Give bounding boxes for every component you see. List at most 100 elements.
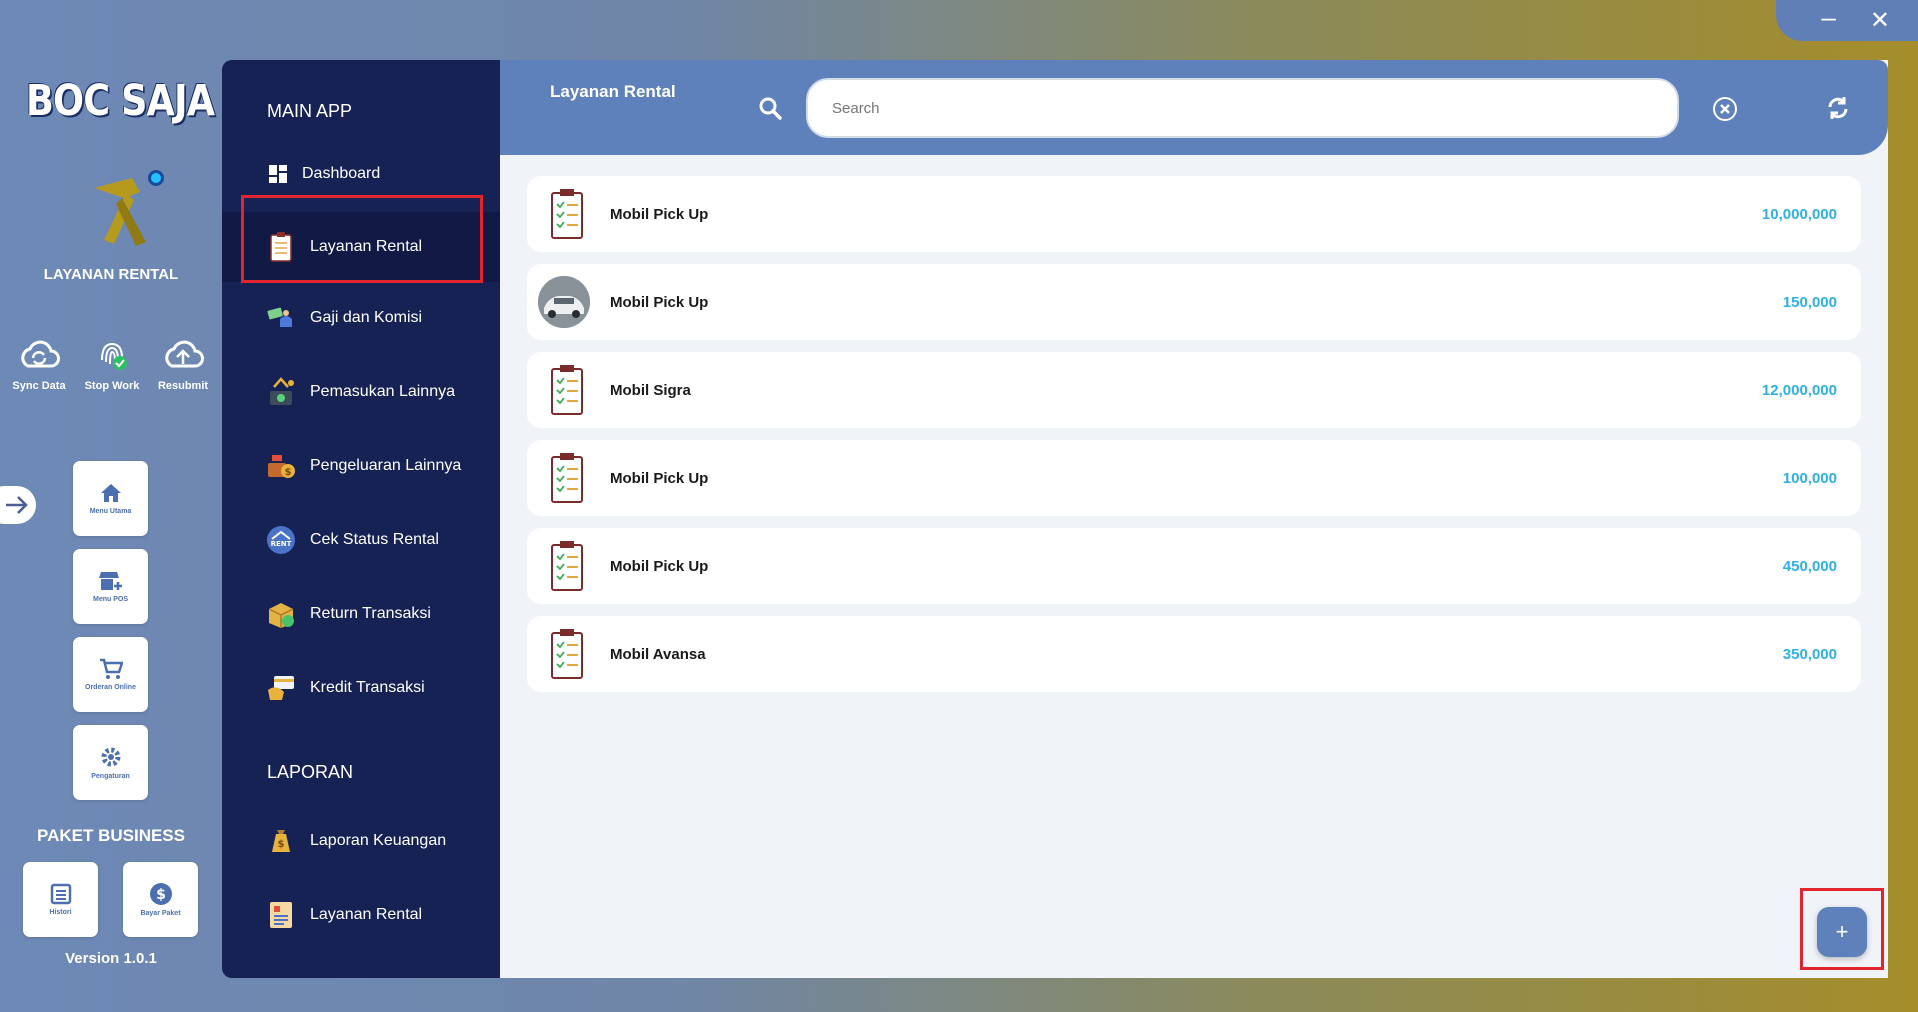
nav-item-label: Pengeluaran Lainnya xyxy=(310,457,462,474)
sync-data-button[interactable]: Sync Data xyxy=(3,336,75,394)
minimize-button[interactable]: – xyxy=(1821,4,1835,30)
resubmit-button[interactable]: Resubmit xyxy=(147,336,219,394)
rental-list: Mobil Pick Up 10,000,000 Mobil Pick Up 1… xyxy=(527,176,1861,704)
money-bag-icon: $ xyxy=(266,826,296,856)
nav-item-label: Dashboard xyxy=(302,165,381,182)
sync-cloud-icon xyxy=(21,340,60,368)
rental-name: Mobil Pick Up xyxy=(610,293,709,311)
menu-utama-label: Menu Utama xyxy=(89,508,132,515)
resubmit-label: Resubmit xyxy=(157,380,209,392)
nav-item-pengeluaran-lainnya[interactable]: $ Pengeluaran Lainnya xyxy=(222,437,500,495)
svg-text:$: $ xyxy=(156,887,166,903)
clipboard-icon xyxy=(541,452,593,504)
search-input[interactable] xyxy=(806,78,1679,138)
clear-search-button[interactable] xyxy=(1713,97,1737,121)
nav-item-cek-status-rental[interactable]: RENT Cek Status Rental xyxy=(222,511,500,569)
brand-logo: BOC SAJA xyxy=(26,76,215,126)
menu-pos-label: Menu POS xyxy=(92,596,128,603)
rental-name: Mobil Pick Up xyxy=(610,205,709,223)
nav-item-gaji-dan-komisi[interactable]: Gaji dan Komisi xyxy=(222,289,500,347)
nav-item-return-transaksi[interactable]: Return Transaksi xyxy=(222,585,500,643)
nav-item-label: Pemasukan Lainnya xyxy=(310,383,455,400)
nav-item-kredit-transaksi[interactable]: Kredit Transaksi xyxy=(222,659,500,717)
status-dot xyxy=(148,170,164,186)
clipboard-icon xyxy=(541,540,593,592)
clipboard-icon xyxy=(266,232,296,262)
paket-title: PAKET BUSINESS xyxy=(37,826,185,845)
rental-price: 12,000,000 xyxy=(1761,381,1837,399)
menu-pos-tile[interactable]: Menu POS xyxy=(73,549,148,624)
rental-price: 10,000,000 xyxy=(1761,205,1837,223)
nav-item-pemasukan-lainnya[interactable]: Pemasukan Lainnya xyxy=(222,363,500,421)
rental-name: Mobil Pick Up xyxy=(610,557,709,575)
upload-cloud-icon xyxy=(165,340,204,368)
rental-price: 150,000 xyxy=(1782,293,1837,311)
list-item[interactable]: Mobil Pick Up 100,000 xyxy=(527,440,1861,516)
window-controls: – ✕ xyxy=(1776,0,1918,41)
nav-item-label: Layanan Rental xyxy=(310,238,423,255)
nav-item-dashboard[interactable]: Dashboard xyxy=(222,145,500,203)
refresh-icon[interactable] xyxy=(1825,95,1851,121)
credit-card-icon xyxy=(266,673,296,703)
close-button[interactable]: ✕ xyxy=(1870,8,1890,33)
stop-work-button[interactable]: Stop Work xyxy=(76,336,148,394)
histori-tile[interactable]: Histori xyxy=(23,862,98,937)
clipboard-icon xyxy=(541,628,593,680)
rental-price: 450,000 xyxy=(1782,557,1837,575)
nav-item-laporan-keuangan[interactable]: $ Laporan Keuangan xyxy=(222,812,500,870)
add-rental-button[interactable]: + xyxy=(1817,907,1867,957)
list-item[interactable]: Mobil Pick Up 450,000 xyxy=(527,528,1861,604)
stop-work-label: Stop Work xyxy=(84,380,140,392)
nav-item-label: Gaji dan Komisi xyxy=(310,309,423,326)
search-icon[interactable] xyxy=(758,96,782,120)
expense-icon: $ xyxy=(266,451,296,481)
svg-text:$: $ xyxy=(278,839,285,850)
rental-price: 350,000 xyxy=(1782,645,1837,663)
nav-item-layanan-rental[interactable]: Layanan Rental xyxy=(222,212,500,282)
svg-text:$: $ xyxy=(285,467,292,478)
laporan-heading: LAPORAN xyxy=(267,762,354,782)
svg-text:RENT: RENT xyxy=(271,540,292,548)
store-icon xyxy=(98,572,122,590)
left-rail: BOC SAJA LAYANAN RENTAL Sync Data Stop W… xyxy=(0,0,222,1012)
car-photo xyxy=(538,276,590,328)
rental-name: Mobil Sigra xyxy=(610,381,691,399)
cart-icon xyxy=(99,658,123,679)
menu-utama-tile[interactable]: Menu Utama xyxy=(73,461,148,536)
main-panel: Layanan Rental Mobil Pick Up 10,000,000 xyxy=(500,60,1888,978)
orderan-online-tile[interactable]: Orderan Online xyxy=(73,637,148,712)
rental-name: Mobil Pick Up xyxy=(610,469,709,487)
fingerprint-icon xyxy=(101,342,127,370)
income-icon xyxy=(266,377,296,407)
nav-item-label: Cek Status Rental xyxy=(310,531,439,548)
return-box-icon xyxy=(266,599,296,629)
app-logo xyxy=(74,170,166,254)
rental-price: 100,000 xyxy=(1782,469,1837,487)
sync-data-label: Sync Data xyxy=(12,380,66,392)
list-item[interactable]: Mobil Pick Up 150,000 xyxy=(527,264,1861,340)
dashboard-icon xyxy=(268,159,288,189)
dollar-icon: $ xyxy=(149,883,172,905)
clipboard-icon xyxy=(541,188,593,240)
pengaturan-tile[interactable]: Pengaturan xyxy=(73,725,148,800)
nav-item-label: Layanan Rental xyxy=(310,906,423,923)
report-icon xyxy=(266,900,296,930)
bayar-paket-label: Bayar Paket xyxy=(140,910,181,917)
nav-item-laporan-layanan-rental[interactable]: Layanan Rental xyxy=(222,886,500,944)
gear-icon xyxy=(101,747,120,767)
rental-name: Mobil Avansa xyxy=(610,645,706,663)
bayar-paket-tile[interactable]: $ Bayar Paket xyxy=(123,862,198,937)
nav-item-label: Return Transaksi xyxy=(310,605,431,622)
list-item[interactable]: Mobil Avansa 350,000 xyxy=(527,616,1861,692)
expand-sidebar-button[interactable] xyxy=(0,486,36,524)
app-title: LAYANAN RENTAL xyxy=(43,266,179,283)
money-hand-icon xyxy=(266,303,296,333)
list-icon xyxy=(50,883,71,905)
main-app-heading: MAIN APP xyxy=(267,101,353,121)
arrow-right-icon xyxy=(6,496,28,514)
nav-panel: MAIN APP Dashboard Layanan Rental Gaji d… xyxy=(222,60,500,978)
orderan-online-label: Orderan Online xyxy=(85,684,136,691)
close-icon xyxy=(1720,104,1730,114)
list-item[interactable]: Mobil Sigra 12,000,000 xyxy=(527,352,1861,428)
list-item[interactable]: Mobil Pick Up 10,000,000 xyxy=(527,176,1861,252)
